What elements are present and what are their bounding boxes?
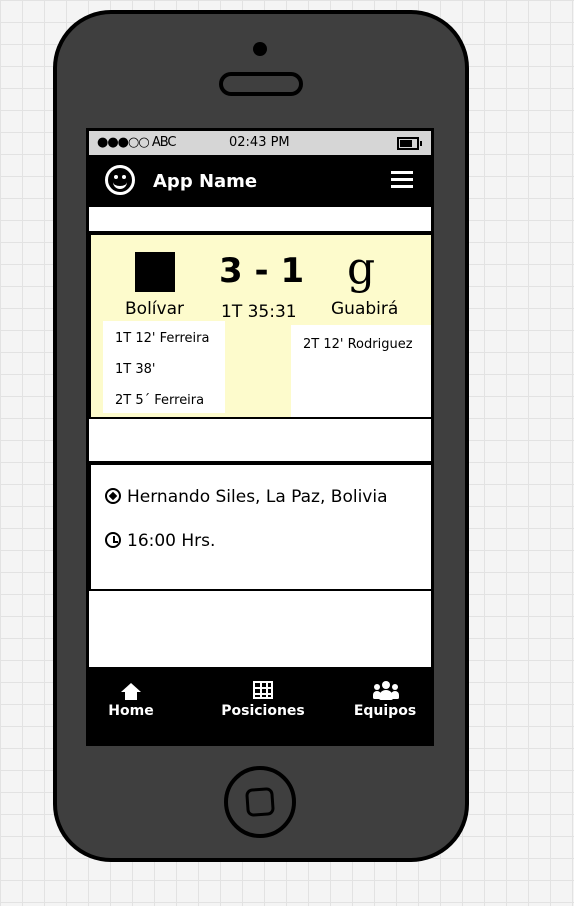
team-a-goals: 1T 12' Ferreira 1T 38' 2T 5´ Ferreira xyxy=(103,321,225,413)
kickoff-row: 16:00 Hrs. xyxy=(105,531,215,551)
camera xyxy=(253,42,267,56)
tab-label: Equipos xyxy=(353,703,417,719)
tab-equipos[interactable]: Equipos xyxy=(335,679,431,719)
match-info-card: Hernando Siles, La Paz, Bolivia 16:00 Hr… xyxy=(89,463,431,591)
signal-indicator: ●●●○○ ABC xyxy=(97,135,177,150)
battery-icon xyxy=(397,137,422,150)
team-a-name: Bolívar xyxy=(125,299,184,319)
match-score-card[interactable]: Bolívar 3 - 1 1T 35:31 g Guabirá 1T 12' … xyxy=(89,233,431,419)
tab-label: Home xyxy=(108,703,154,719)
tab-posiciones[interactable]: Posiciones xyxy=(213,679,313,719)
speaker xyxy=(219,72,303,96)
venue-row: Hernando Siles, La Paz, Bolivia xyxy=(105,487,388,507)
grid-icon xyxy=(253,681,273,699)
team-b-goals: 2T 12' Rodriguez xyxy=(293,325,431,415)
tab-label: Posiciones xyxy=(221,703,305,719)
screen: ●●●○○ ABC 02:43 PM App Name Bolívar 3 - … xyxy=(86,128,434,746)
nav-bar: App Name xyxy=(89,155,431,207)
goal-item: 1T 12' Ferreira xyxy=(115,331,210,346)
goal-item: 1T 38' xyxy=(115,362,156,377)
venue-text: Hernando Siles, La Paz, Bolivia xyxy=(127,487,388,507)
match-time: 1T 35:31 xyxy=(221,302,297,322)
menu-icon[interactable] xyxy=(391,171,413,189)
team-b-logo: g xyxy=(347,243,376,294)
app-title: App Name xyxy=(153,171,258,192)
goal-item: 2T 5´ Ferreira xyxy=(115,393,205,408)
smiley-icon[interactable] xyxy=(105,165,135,195)
clock-icon xyxy=(105,532,121,548)
kickoff-text: 16:00 Hrs. xyxy=(127,531,216,551)
tab-home[interactable]: Home xyxy=(89,679,181,719)
spacer-card xyxy=(89,419,431,463)
team-a-logo xyxy=(135,252,175,292)
goal-item: 2T 12' Rodriguez xyxy=(303,337,413,352)
tab-bar: Home Posiciones Equipos xyxy=(89,667,431,743)
team-b-name: Guabirá xyxy=(331,299,399,319)
compass-icon xyxy=(105,488,121,504)
score: 3 - 1 xyxy=(219,251,305,291)
spacer-card xyxy=(89,207,431,233)
people-icon xyxy=(373,681,399,701)
status-bar: ●●●○○ ABC 02:43 PM xyxy=(89,131,431,155)
status-time: 02:43 PM xyxy=(229,135,290,150)
home-hardware-button[interactable] xyxy=(224,766,296,838)
